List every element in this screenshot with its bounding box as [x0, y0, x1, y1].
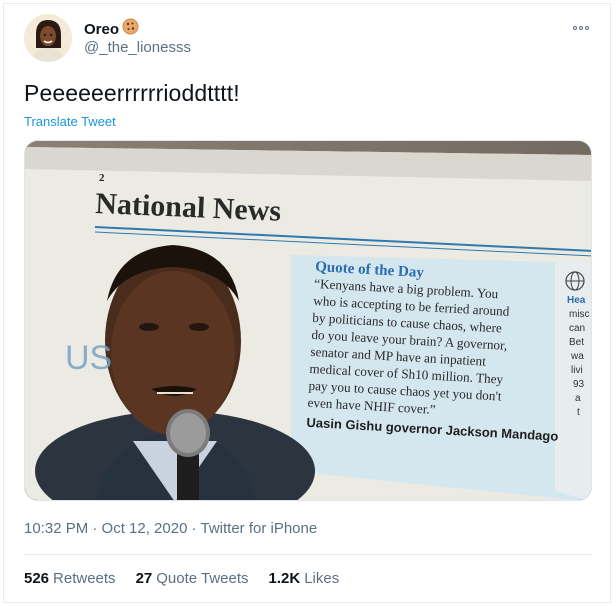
user-handle[interactable]: @_the_lionesss: [84, 39, 191, 56]
svg-text:can: can: [569, 323, 585, 334]
svg-text:Hea: Hea: [567, 295, 586, 306]
retweets-label: Retweets: [53, 570, 116, 587]
divider: [24, 554, 592, 555]
svg-text:misc: misc: [569, 309, 590, 320]
photo-page-number: 2: [99, 172, 105, 184]
svg-text:livi: livi: [571, 365, 583, 376]
retweets-stat[interactable]: 526 Retweets: [24, 570, 116, 587]
quote-tweets-label: Quote Tweets: [156, 570, 249, 587]
svg-text:93: 93: [573, 379, 585, 390]
svg-text:a: a: [575, 393, 581, 404]
quote-tweets-count: 27: [135, 570, 153, 587]
svg-text:2: 2: [99, 172, 105, 184]
translate-tweet-link[interactable]: Translate Tweet: [24, 114, 116, 129]
likes-stat[interactable]: 1.2K Likes: [269, 570, 340, 587]
likes-label: Likes: [304, 570, 340, 587]
quote-tweets-stat[interactable]: 27 Quote Tweets: [136, 570, 249, 587]
tweet-stats: 526 Retweets 27 Quote Tweets 1.2K Likes: [24, 570, 339, 587]
svg-text:wa: wa: [570, 351, 584, 362]
avatar[interactable]: [24, 14, 72, 62]
cookie-icon: [122, 18, 139, 40]
tweet-photo[interactable]: 2 National News US Quote of the Day “Ken…: [24, 140, 592, 501]
svg-text:Bet: Bet: [569, 337, 584, 348]
likes-count: 1.2K: [268, 570, 301, 587]
user-name-row[interactable]: Oreo: [84, 18, 139, 40]
more-options-icon[interactable]: [570, 22, 592, 34]
display-name[interactable]: Oreo: [84, 21, 119, 38]
svg-text:t: t: [577, 407, 580, 418]
tweet-timestamp[interactable]: 10:32 PM · Oct 12, 2020 · Twitter for iP…: [24, 520, 317, 537]
tweet-text: Peeeeeerrrrrrioddtttt!: [24, 80, 240, 106]
photo-faded-text: US: [65, 339, 112, 377]
retweets-count: 526: [24, 570, 50, 587]
